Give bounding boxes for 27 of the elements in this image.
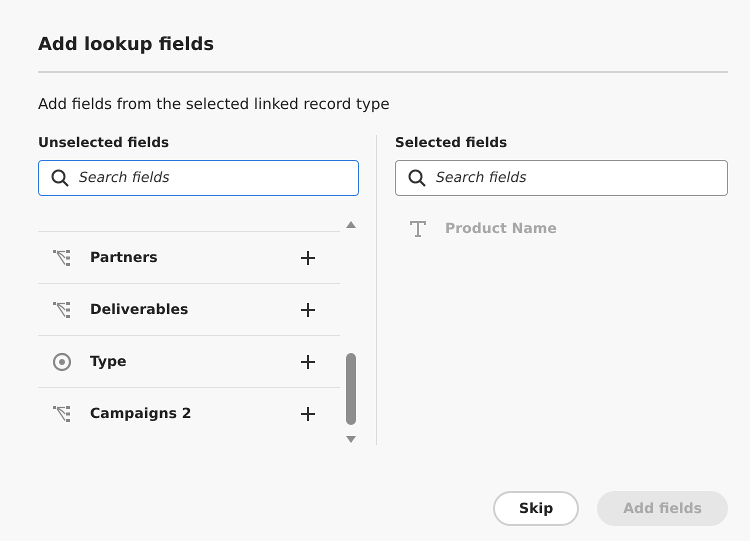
add-icon[interactable] [300, 250, 316, 266]
linked-record-icon [52, 300, 72, 318]
search-field[interactable]: Search fields [38, 160, 359, 196]
field-label: Type [90, 354, 128, 370]
search-field[interactable]: Search fields [395, 160, 728, 196]
add-icon[interactable] [300, 354, 316, 370]
column-heading: Selected fields [395, 135, 508, 153]
scroll-down-icon[interactable] [345, 435, 357, 444]
dialog-title: Add lookup fields [38, 34, 216, 55]
scrollbar-thumb[interactable] [346, 353, 356, 425]
skip-button[interactable]: Skip [493, 491, 580, 526]
add-icon[interactable] [300, 406, 316, 422]
field-item[interactable]: Campaigns 2 [38, 388, 340, 439]
scroll-up-icon[interactable] [345, 220, 357, 229]
radio-icon [52, 352, 72, 372]
linked-record-icon [52, 248, 72, 266]
field-item[interactable]: Partners [38, 232, 340, 284]
column-heading: Unselected fields [38, 135, 170, 153]
field-item[interactable]: Type [38, 336, 340, 388]
text-type-icon [409, 220, 427, 238]
dialog-description: Add fields from the selected linked record type [38, 95, 391, 113]
field-label: Campaigns 2 [90, 406, 193, 422]
field-label: Deliverables [90, 302, 190, 318]
add-icon[interactable] [300, 302, 316, 318]
linked-record-icon [52, 404, 72, 422]
field-item[interactable]: Deliverables [38, 284, 340, 336]
field-label: Partners [90, 250, 159, 266]
